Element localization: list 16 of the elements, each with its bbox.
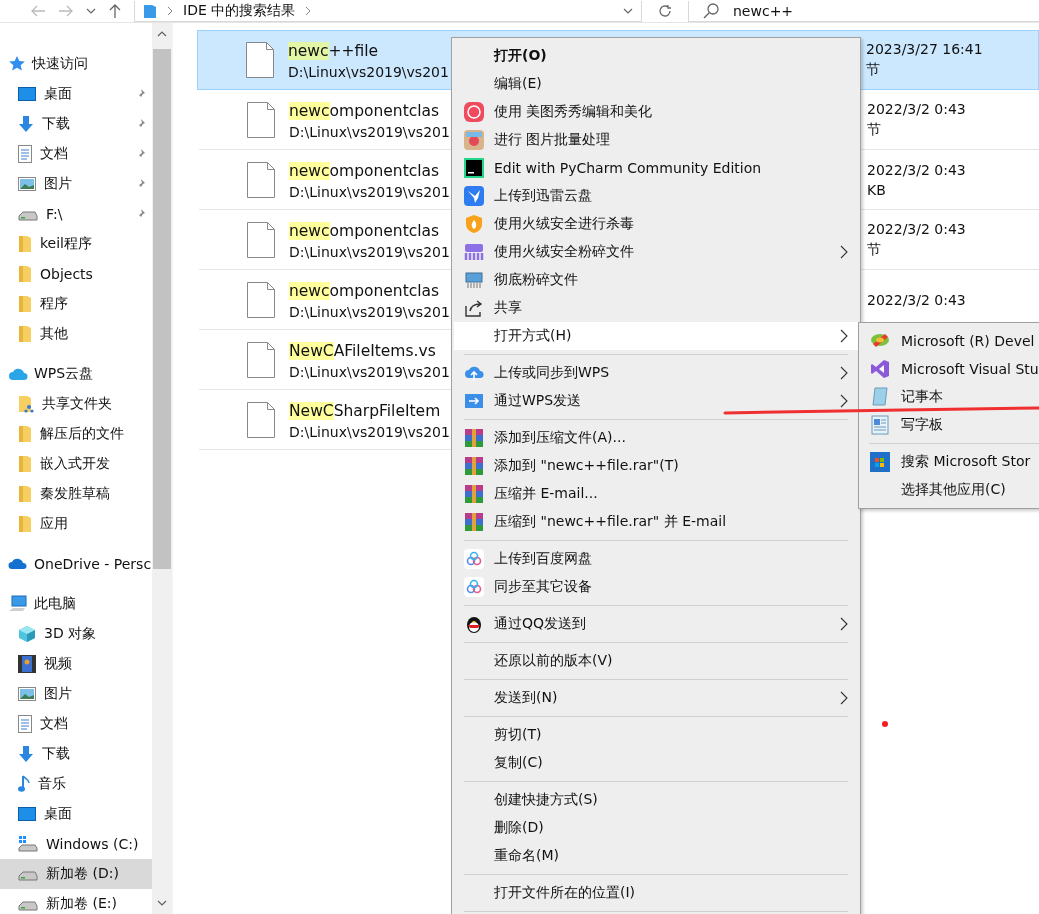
date-modified: 2022/3/2 0:43 bbox=[867, 161, 967, 178]
file-size: 节 bbox=[867, 120, 882, 139]
file-path: D:\Linux\vs2019\vs201 bbox=[289, 123, 450, 140]
date-modified: 2022/3/2 0:43 bbox=[867, 291, 967, 308]
file-path: D:\Linux\vs2019\vs201 bbox=[289, 243, 450, 260]
date-modified: 2022/3/2 0:43 bbox=[867, 100, 967, 117]
date-modified: 2023/3/27 16:41 bbox=[866, 41, 984, 57]
file-size: 节 bbox=[866, 61, 881, 79]
file-path: D:\Linux\vs2019\vs201 bbox=[289, 363, 450, 380]
file-path: D:\Linux\vs2019\vs201 bbox=[289, 183, 450, 200]
file-path: D:\Linux\vs2019\vs201 bbox=[289, 303, 450, 320]
file-size: KB bbox=[867, 181, 887, 198]
file-path: D:\Linux\vs2019\vs201 bbox=[288, 64, 449, 80]
file-size: 节 bbox=[867, 240, 882, 259]
file-path: D:\Linux\vs2019\vs201 bbox=[289, 423, 450, 440]
date-modified: 2022/3/2 0:43 bbox=[867, 220, 967, 237]
